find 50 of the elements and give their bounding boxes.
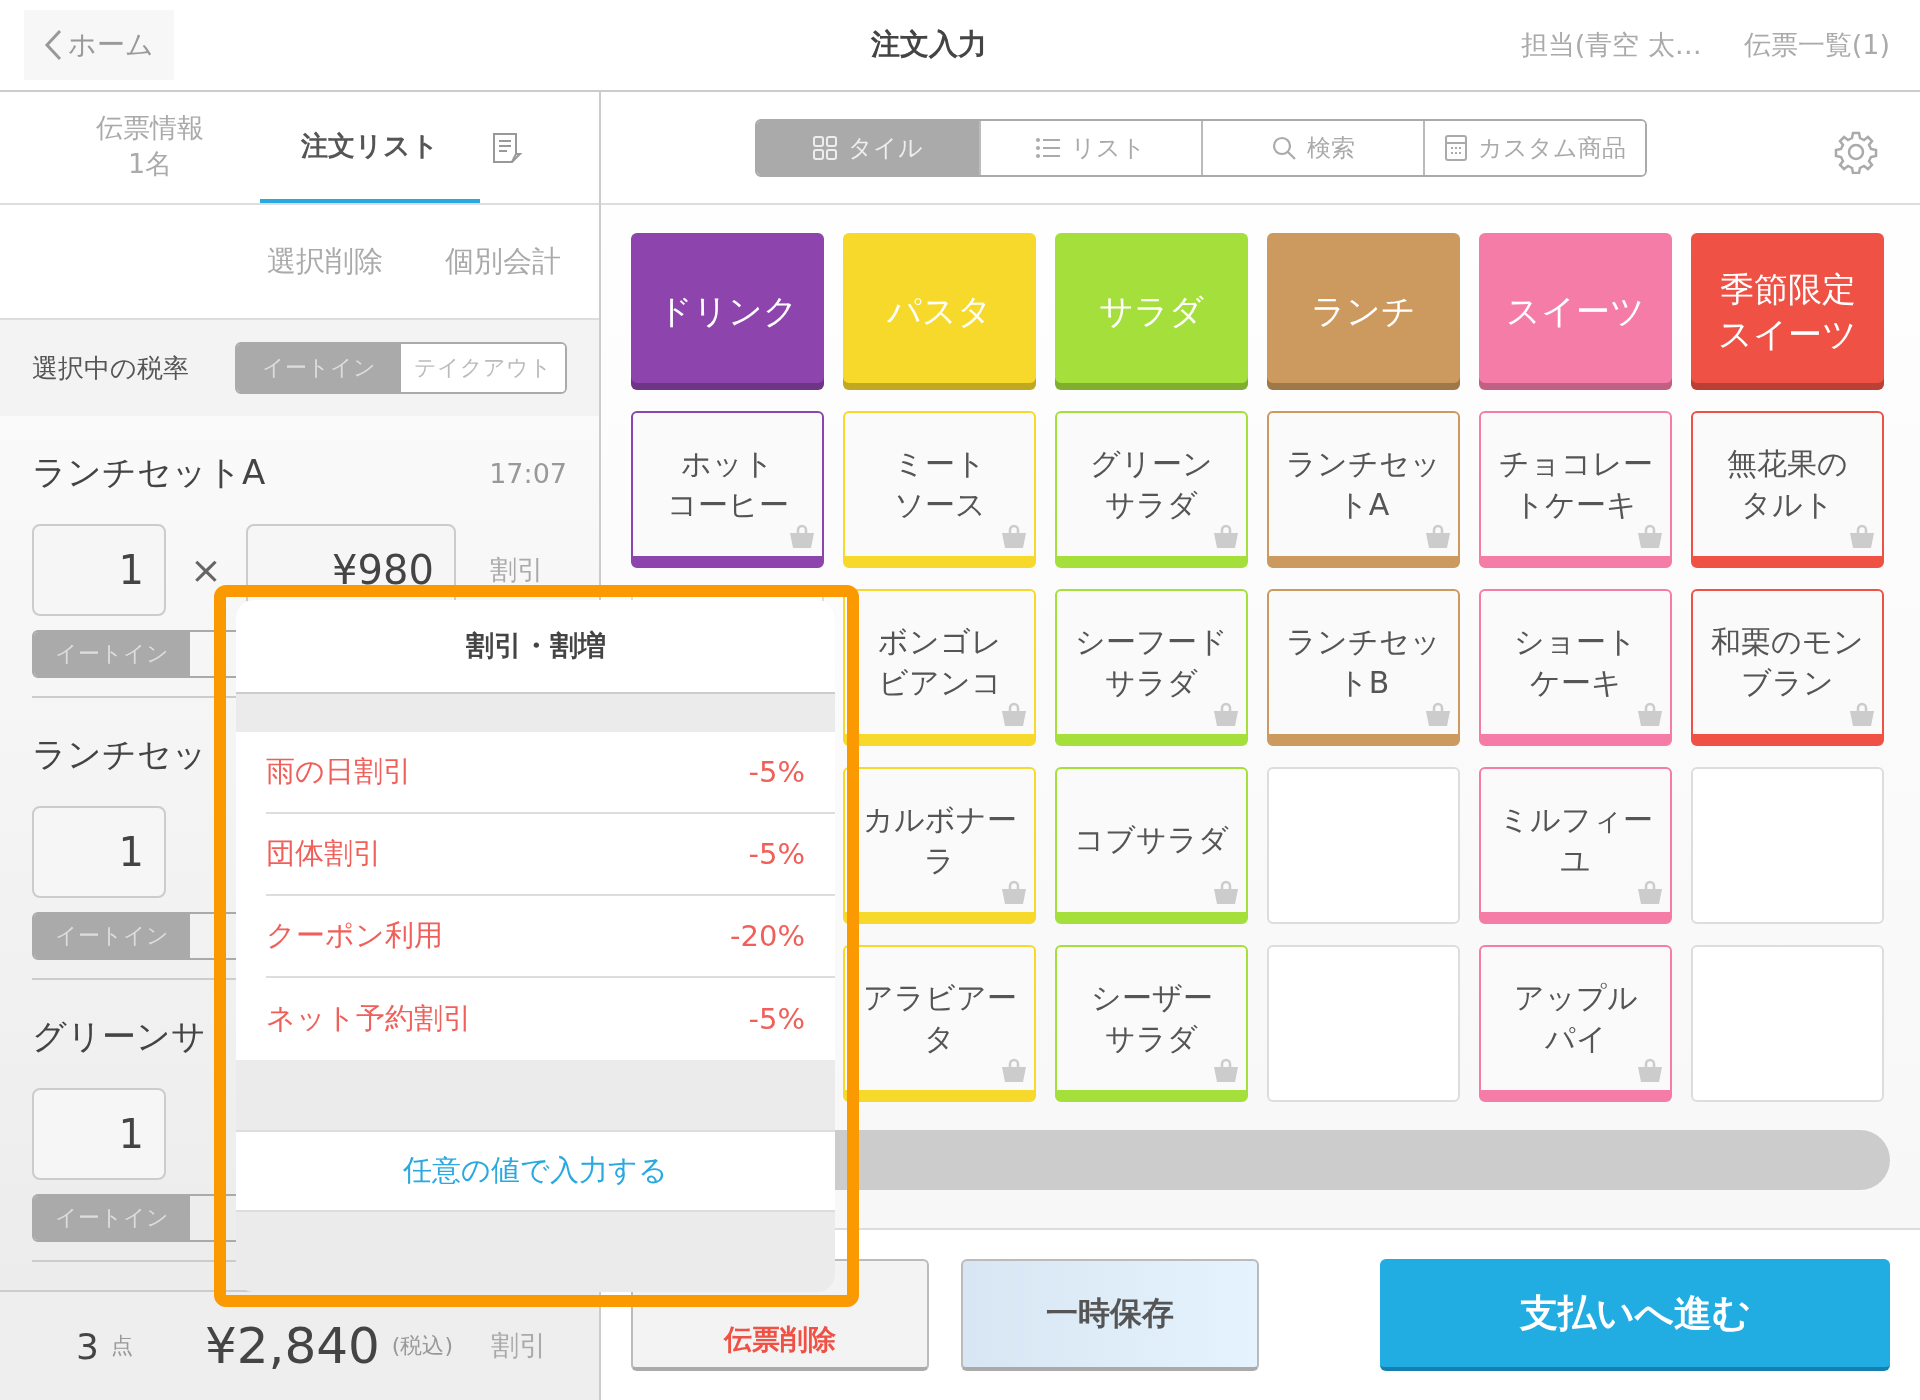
product-tile[interactable]: ミート ソース: [843, 411, 1036, 568]
screen-title: 注文入力: [870, 26, 989, 63]
tax-included-note: (税込): [391, 1332, 454, 1360]
back-button[interactable]: ホーム: [24, 10, 174, 80]
category-tile[interactable]: ランチ: [1267, 233, 1460, 390]
product-tile[interactable]: アラビアー タ: [843, 945, 1036, 1102]
tax-rate-label: 選択中の税率: [32, 351, 189, 385]
quantity-field[interactable]: 1: [32, 806, 166, 898]
product-tile[interactable]: ランチセッ トB: [1267, 589, 1460, 746]
panel-tab[interactable]: 伝票情報 1名: [40, 92, 260, 203]
product-tile[interactable]: ランチセッ トA: [1267, 411, 1460, 568]
discount-link[interactable]: 割引: [489, 552, 544, 588]
product-tile[interactable]: カルボナー ラ: [843, 767, 1036, 924]
total-amount: ¥2,840: [204, 1317, 380, 1375]
product-tile[interactable]: シーザー サラダ: [1055, 945, 1248, 1102]
slip-list-button[interactable]: 伝票一覧(1): [1737, 26, 1896, 64]
custom-value-button[interactable]: 任意の値で入力する: [236, 1130, 835, 1212]
product-tile[interactable]: 和栗のモン ブラン: [1691, 589, 1884, 746]
popover-title: 割引・割増: [465, 628, 606, 664]
item-name: グリーンサ: [32, 1015, 206, 1058]
product-tile[interactable]: ホット コーヒー: [631, 411, 824, 568]
quantity-field[interactable]: 1: [32, 524, 166, 616]
category-tile[interactable]: 季節限定 スイーツ: [1691, 233, 1884, 390]
times-sign: ×: [190, 548, 222, 592]
product-tile[interactable]: チョコレー トケーキ: [1479, 411, 1672, 568]
item-name: ランチセッ: [32, 733, 207, 776]
discount-link[interactable]: 割引: [491, 1327, 548, 1365]
category-tile[interactable]: ドリンク: [631, 233, 824, 390]
product-tile[interactable]: グリーン サラダ: [1055, 411, 1248, 568]
product-tile[interactable]: ボンゴレ ビアンコ: [843, 589, 1036, 746]
footer-button[interactable]: 一時保存: [961, 1259, 1259, 1371]
product-tile[interactable]: アップル パイ: [1479, 945, 1672, 1102]
tax-option[interactable]: テイクアウト: [401, 344, 565, 392]
footer-button[interactable]: 支払いへ進む: [1380, 1259, 1890, 1371]
product-tile[interactable]: シーフード サラダ: [1055, 589, 1248, 746]
item-count: 3: [76, 1325, 99, 1367]
product-tile[interactable]: ミルフィー ユ: [1479, 767, 1672, 924]
item-time: 17:07: [489, 457, 567, 489]
product-tile[interactable]: ショート ケーキ: [1479, 589, 1672, 746]
view-tab[interactable]: タイル: [756, 120, 979, 175]
action-button[interactable]: 個別会計: [439, 240, 567, 283]
category-tile[interactable]: スイーツ: [1479, 233, 1672, 390]
view-tab[interactable]: カスタム商品: [1422, 120, 1645, 175]
item-name: ランチセットA: [32, 451, 266, 494]
quantity-field[interactable]: 1: [32, 1088, 166, 1180]
staff-button[interactable]: 担当(青空 太…: [1514, 26, 1708, 64]
count-unit: 点: [110, 1332, 133, 1360]
product-tile[interactable]: 無花果の タルト: [1691, 411, 1884, 568]
product-tile[interactable]: コブサラダ: [1055, 767, 1248, 924]
action-button[interactable]: 選択削除: [261, 240, 389, 283]
